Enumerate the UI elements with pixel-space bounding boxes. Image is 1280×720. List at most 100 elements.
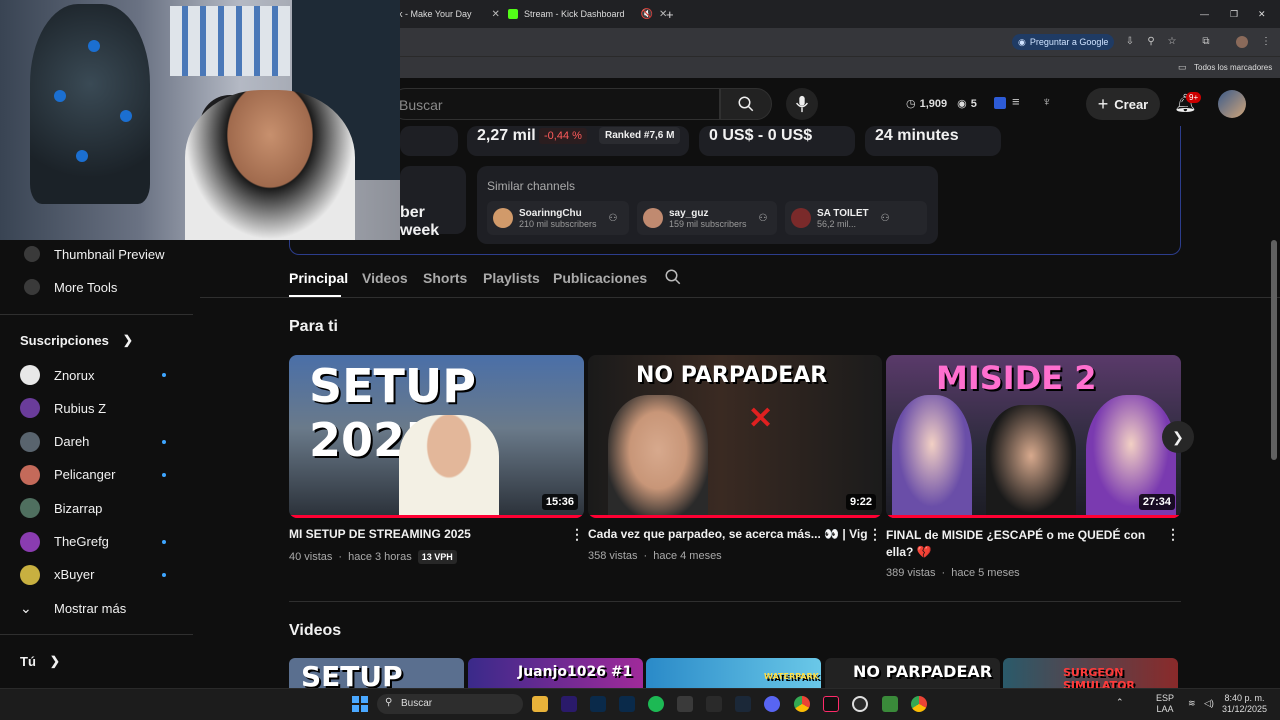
maximize-icon[interactable]: ❐	[1230, 4, 1238, 24]
window-close-icon[interactable]: ✕	[1258, 4, 1266, 24]
search-icon: ⚲	[385, 697, 393, 708]
video-thumbnail[interactable]: NO PARPADEAR	[825, 658, 1000, 688]
tab-publicaciones[interactable]: Publicaciones	[553, 270, 647, 286]
app-icon[interactable]	[677, 696, 693, 712]
more-options-icon[interactable]: ⋮	[1166, 526, 1180, 543]
voice-search-button[interactable]	[786, 88, 818, 120]
add-person-icon[interactable]: ⚇	[759, 213, 768, 224]
video-meta: 389 vistas · hace 5 meses	[886, 567, 1020, 579]
views-count: 1,909	[919, 97, 948, 110]
tab-shorts[interactable]: Shorts	[423, 270, 467, 286]
more-options-icon[interactable]: ⋮	[570, 526, 584, 543]
scrollbar-thumb[interactable]	[1271, 240, 1277, 460]
sidebar-item-subscription[interactable]: Znorux	[20, 365, 94, 385]
sidebar-item-subscription[interactable]: Rubius Z	[20, 398, 106, 419]
video-title[interactable]: Cada vez que parpadeo, se acerca más... …	[588, 527, 868, 541]
sidebar-item-subscription[interactable]: TheGrefg	[20, 531, 109, 552]
all-bookmarks-link[interactable]: Todos los marcadores	[1194, 63, 1272, 72]
you-heading[interactable]: Tú ❯	[20, 651, 60, 671]
zoom-icon[interactable]: ⚲	[1145, 36, 1157, 48]
ask-google-button[interactable]: ◉ Preguntar a Google	[1012, 34, 1115, 50]
chrome-icon[interactable]	[911, 696, 927, 712]
trophy-icon[interactable]: ♆	[1042, 94, 1052, 109]
carousel-next-button[interactable]: ❯	[1162, 421, 1194, 453]
tab-videos[interactable]: Videos	[362, 270, 408, 286]
discord-icon[interactable]	[764, 696, 780, 712]
avatar	[20, 498, 40, 519]
tab-playlists[interactable]: Playlists	[483, 270, 540, 286]
video-thumbnail[interactable]: Juanjo1026 #1	[468, 658, 643, 688]
sidebar-item-more-tools[interactable]: More Tools	[24, 277, 117, 297]
spotify-icon[interactable]	[648, 696, 664, 712]
similar-channel-item[interactable]: SoarinngChu 210 mil subscribers ⚇	[487, 201, 629, 235]
vidiq-icon[interactable]	[994, 97, 1006, 109]
extensions-icon[interactable]: ⧉	[1200, 36, 1212, 48]
obs-icon[interactable]	[852, 696, 868, 712]
similar-channel-item[interactable]: say_guz 159 mil subscribers ⚇	[637, 201, 777, 235]
search-icon	[665, 269, 681, 285]
browser-tab[interactable]: k - Make Your Day ✕	[398, 4, 500, 24]
windows-start-icon[interactable]	[352, 696, 368, 712]
profile-icon[interactable]	[1236, 36, 1248, 48]
chrome-icon[interactable]	[794, 696, 810, 712]
add-person-icon[interactable]: ⚇	[881, 213, 890, 224]
show-more-button[interactable]: ⌄ Mostrar más	[20, 598, 126, 618]
mute-icon[interactable]: 🔇	[641, 9, 653, 20]
search-button[interactable]	[720, 88, 772, 120]
you-label: Tú	[20, 653, 36, 669]
install-icon[interactable]: ⇩	[1124, 36, 1136, 48]
video-thumbnail[interactable]: MISIDE 2 27:34	[886, 355, 1181, 518]
search-input[interactable]: Buscar	[390, 88, 720, 120]
calculator-icon[interactable]	[706, 696, 722, 712]
star-icon[interactable]: ☆	[1166, 36, 1178, 48]
sidebar-item-subscription[interactable]: xBuyer	[20, 564, 94, 585]
ranked-badge: Ranked #7,6 M	[599, 127, 681, 144]
avatar[interactable]	[1218, 90, 1246, 118]
similar-channel-item[interactable]: SA TOILET 56,2 mil... ⚇	[785, 201, 927, 235]
subscriptions-heading[interactable]: Suscripciones ❯	[20, 330, 133, 350]
video-thumbnail[interactable]: SURGEON SIMULATOR	[1003, 658, 1178, 688]
chevron-right-icon: ❯	[1172, 429, 1184, 445]
wifi-icon[interactable]: ≋	[1188, 698, 1196, 709]
video-meta: 40 vistas · hace 3 horas 13 VPH	[289, 550, 457, 564]
video-title[interactable]: FINAL de MISIDE ¿ESCAPÉ o me QUEDÉ con e…	[886, 527, 1156, 561]
new-content-dot	[162, 539, 166, 544]
more-options-icon[interactable]: ⋮	[868, 526, 882, 543]
close-icon[interactable]: ✕	[492, 9, 500, 20]
minecraft-icon[interactable]	[882, 696, 898, 712]
lightroom-icon[interactable]	[619, 696, 635, 712]
sidebar-item-subscription[interactable]: Dareh	[20, 431, 90, 452]
minimize-icon[interactable]: —	[1200, 4, 1209, 24]
video-title[interactable]: MI SETUP DE STREAMING 2025	[289, 527, 569, 541]
video-thumbnail[interactable]: NO PARPADEAR ✕ 9:22	[588, 355, 882, 518]
sidebar-item-label: Dareh	[54, 434, 90, 450]
premiere-icon[interactable]	[561, 696, 577, 712]
tab-principal[interactable]: Principal	[289, 270, 348, 286]
volume-icon[interactable]: ◁)	[1204, 698, 1214, 709]
photoshop-icon[interactable]	[590, 696, 606, 712]
language-indicator[interactable]: ESP LAA	[1156, 693, 1174, 715]
sidebar-item-subscription[interactable]: Pelicanger	[20, 464, 115, 485]
file-explorer-icon[interactable]	[532, 696, 548, 712]
video-thumbnail[interactable]: SETUP 2025 15:36	[289, 355, 584, 518]
menu-icon[interactable]: ⋮	[1260, 36, 1272, 48]
similar-heading: Similar channels	[487, 179, 576, 193]
tray-chevron-icon[interactable]: ⌃	[1116, 697, 1124, 708]
sidebar-item-thumbnail-preview[interactable]: Thumbnail Preview	[24, 244, 165, 264]
browser-tab-kick[interactable]: Stream - Kick Dashboard 🔇 ✕	[508, 4, 667, 24]
video-thumbnail[interactable]: SETUP 2025	[289, 658, 464, 688]
steam-icon[interactable]	[735, 696, 751, 712]
tiktok-icon[interactable]	[823, 696, 839, 712]
channel-search-icon[interactable]	[664, 268, 682, 291]
clock[interactable]: 8:40 p. m. 31/12/2025	[1222, 693, 1267, 715]
add-person-icon[interactable]: ⚇	[609, 213, 618, 224]
new-tab-icon[interactable]: +	[666, 4, 674, 24]
avatar	[20, 464, 40, 485]
sidebar-item-subscription[interactable]: Bizarrap	[20, 498, 102, 519]
list-icon[interactable]: ≡	[1012, 94, 1020, 109]
taskbar-search[interactable]: ⚲ Buscar	[377, 694, 523, 714]
subs-change: -0,44 %	[539, 128, 587, 144]
create-button[interactable]: + Crear	[1086, 88, 1160, 120]
new-content-dot	[162, 439, 166, 444]
video-thumbnail[interactable]: WATERPARK	[646, 658, 821, 688]
